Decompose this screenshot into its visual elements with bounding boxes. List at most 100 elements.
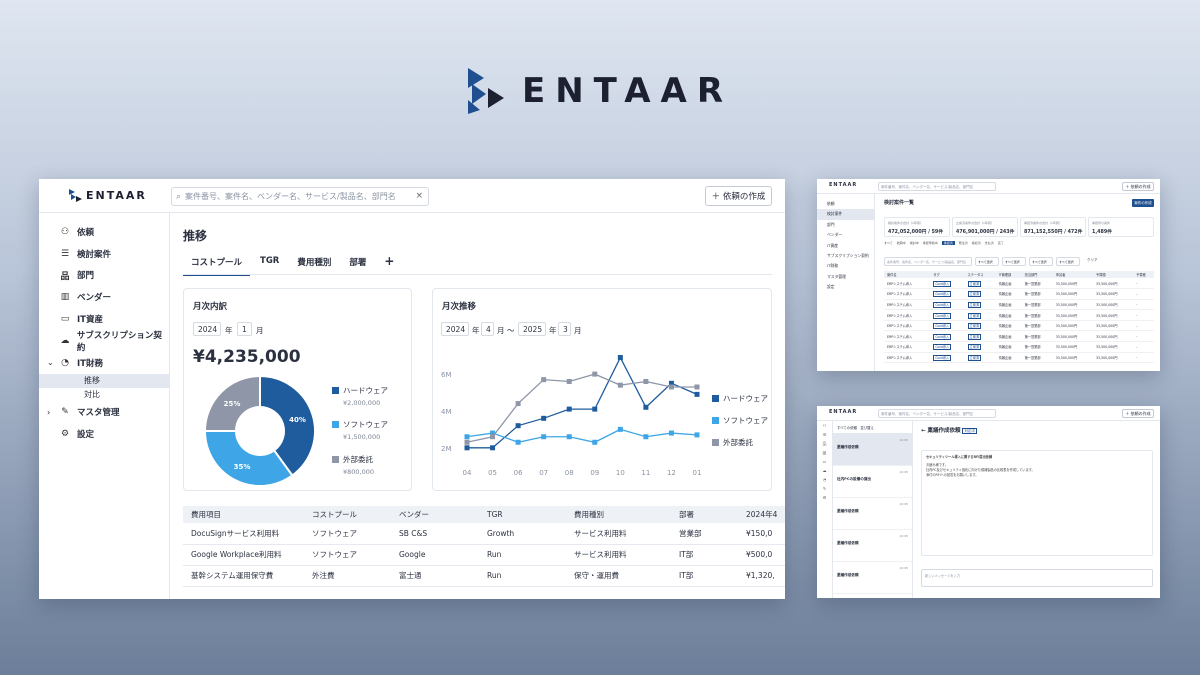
org-icon[interactable]: 品 [817, 439, 832, 448]
col-header[interactable]: コストプール [304, 506, 391, 523]
sidebar-item[interactable]: サブスクリプション契約 [817, 251, 874, 261]
app-logo-text[interactable]: ENTAAR [829, 409, 857, 415]
list-icon[interactable]: ☰ [817, 430, 832, 439]
col-header[interactable]: 部署 [671, 506, 738, 523]
sidebar-item-master[interactable]: › ✎ マスタ管理 [39, 402, 169, 424]
monitor-icon[interactable]: ▭ [817, 457, 832, 466]
tab-department[interactable]: 部署 [341, 256, 374, 276]
data-point[interactable] [694, 432, 700, 438]
data-point[interactable] [694, 384, 700, 390]
pie-icon[interactable]: ◔ [817, 475, 832, 484]
add-tab-button[interactable]: + [376, 255, 402, 276]
data-point[interactable] [643, 404, 649, 410]
from-year-select[interactable]: 2024 [441, 322, 469, 336]
data-point[interactable] [643, 434, 649, 440]
data-point[interactable] [490, 445, 496, 451]
status-chip[interactable]: 依頼中 [897, 241, 906, 245]
col-header[interactable]: 費用種別 [566, 506, 671, 523]
sort-select[interactable]: 並び替え [860, 426, 874, 430]
status-chip[interactable]: 承認済 [941, 241, 955, 245]
table-row[interactable]: Google Workplace利用料 ソフトウェア Google Run サービス利用… [183, 544, 785, 566]
back-arrow-icon[interactable]: ← [921, 428, 926, 434]
data-point[interactable] [490, 434, 496, 440]
data-point[interactable] [592, 406, 598, 412]
global-search-input[interactable]: ⌕ 案件番号、案件名、ベンダー名、サービス/製品名、部門名 × [171, 187, 429, 206]
data-point[interactable] [515, 439, 521, 445]
data-point[interactable] [515, 401, 521, 407]
create-request-button[interactable]: ＋ 依頼の作成 [1122, 182, 1154, 191]
data-point[interactable] [617, 382, 623, 388]
sidebar-item-it-finance[interactable]: ⌄ ◔ IT財務 [39, 352, 169, 374]
filter-select[interactable]: すべての依頼 [837, 426, 857, 430]
sidebar-item-departments[interactable]: 品部門 [39, 265, 169, 287]
tab-tgr[interactable]: TGR [252, 256, 287, 276]
message-input[interactable]: 新しいメッセージを入力 [921, 569, 1153, 587]
list-item[interactable]: 12:45 稟議作成依頼 [833, 530, 912, 562]
gear-icon[interactable]: ⚙ [817, 493, 832, 502]
app-logo-text[interactable]: ENTAAR [829, 182, 857, 188]
filter-select[interactable]: すべて選択 [1002, 257, 1026, 266]
data-point[interactable] [643, 378, 649, 384]
sidebar-subitem-compare[interactable]: 対比 [39, 388, 169, 402]
pie-slice[interactable] [204, 430, 294, 487]
col-header[interactable]: ベンダー [391, 506, 479, 523]
sidebar-item[interactable]: 検討案件 [817, 209, 874, 220]
data-point[interactable] [541, 434, 547, 440]
filter-select[interactable]: すべて選択 [1056, 257, 1080, 266]
sidebar-item-subscriptions[interactable]: ☁ サブスクリプション契約 [39, 330, 169, 353]
data-point[interactable] [515, 423, 521, 429]
col-header[interactable]: 2024年4 [738, 506, 785, 523]
data-point[interactable] [566, 406, 572, 412]
col-header[interactable]: 予算額 [1093, 271, 1134, 278]
sidebar-item[interactable]: ベンダー [817, 230, 874, 240]
status-chip[interactable]: 検討中 [910, 241, 919, 245]
sidebar-item-it-assets[interactable]: ▭ IT資産 [39, 308, 169, 330]
sidebar-subitem-trend[interactable]: 推移 [39, 373, 169, 388]
create-request-button[interactable]: ＋ 依頼の作成 [705, 186, 772, 206]
data-point[interactable] [541, 377, 547, 383]
data-point[interactable] [668, 384, 674, 390]
clear-filter-link[interactable]: クリア [1087, 258, 1098, 263]
sidebar-item[interactable]: IT資産 [817, 241, 874, 251]
col-header[interactable]: TGR [479, 506, 566, 523]
wrench-icon[interactable]: ✎ [817, 484, 832, 493]
table-row[interactable]: ERPシステム導入 Gold導入 立案済 情報企画 第一営業部 33,500,000円 33… [884, 309, 1154, 321]
to-year-select[interactable]: 2025 [518, 322, 546, 336]
data-point[interactable] [464, 445, 470, 451]
data-point[interactable] [592, 439, 598, 445]
col-header[interactable]: 担当部門 [1021, 271, 1053, 278]
col-header[interactable]: 予算差 [1133, 271, 1154, 278]
status-chip[interactable]: 発注済 [959, 241, 968, 245]
clear-search-icon[interactable]: × [415, 191, 423, 201]
col-header[interactable]: 案件名 [884, 271, 931, 278]
data-point[interactable] [617, 355, 623, 361]
status-chip[interactable]: 完了 [998, 241, 1004, 245]
sidebar-item-vendors[interactable]: ▥ ベンダー [39, 286, 169, 308]
list-search-input[interactable]: 案件番号、案件名、ベンダー名、サービス/製品名、部門名 [884, 257, 972, 266]
data-point[interactable] [464, 434, 470, 440]
table-row[interactable]: ERPシステム導入 Gold導入 立案済 情報企画 第一営業部 33,500,000円 33… [884, 278, 1154, 290]
col-header[interactable]: タグ [930, 271, 965, 278]
sidebar-item-cases[interactable]: ☰ 検討案件 [39, 243, 169, 265]
users-icon[interactable]: ⚇ [817, 421, 832, 430]
month-select[interactable]: 1 [237, 322, 252, 336]
sidebar-item-requests[interactable]: ⚇ 依頼 [39, 221, 169, 243]
tab-expense-type[interactable]: 費用種別 [289, 256, 339, 276]
global-search-input[interactable]: 案件番号、案件名、ベンダー名、サービス/製品名、部門名 [878, 409, 996, 418]
table-row[interactable]: ERPシステム導入 Gold導入 立案済 情報企画 第一営業部 33,500,000円 33… [884, 341, 1154, 353]
status-chip[interactable]: 承認申請中 [923, 241, 938, 245]
table-row[interactable]: ERPシステム導入 Gold導入 立案済 情報企画 第一営業部 33,500,000円 33… [884, 352, 1154, 364]
table-row[interactable]: ERPシステム導入 Gold導入 立案済 情報企画 第一営業部 33,500,000円 33… [884, 320, 1154, 332]
list-item[interactable]: 12:45 稟議作成依頼 [833, 498, 912, 530]
col-header[interactable]: 申請者 [1052, 271, 1094, 278]
table-row[interactable]: ERPシステム導入 Gold導入 立案済 情報企画 第一営業部 33,500,000円 33… [884, 288, 1154, 300]
status-chip[interactable]: 検収済 [972, 241, 981, 245]
cloud-icon[interactable]: ☁ [817, 466, 832, 475]
list-item[interactable]: 12:45 社内PCの設備の貸出 [833, 466, 912, 498]
data-point[interactable] [464, 439, 470, 445]
status-chip[interactable]: すべて [884, 241, 893, 245]
table-row[interactable]: 基幹システム運用保守費 外注費 富士通 Run 保守・運用費 IT部 ¥1,320, [183, 565, 785, 587]
data-point[interactable] [592, 371, 598, 377]
tab-cost-pool[interactable]: コストプール [183, 256, 251, 276]
create-request-button[interactable]: ＋ 依頼の作成 [1122, 409, 1154, 418]
